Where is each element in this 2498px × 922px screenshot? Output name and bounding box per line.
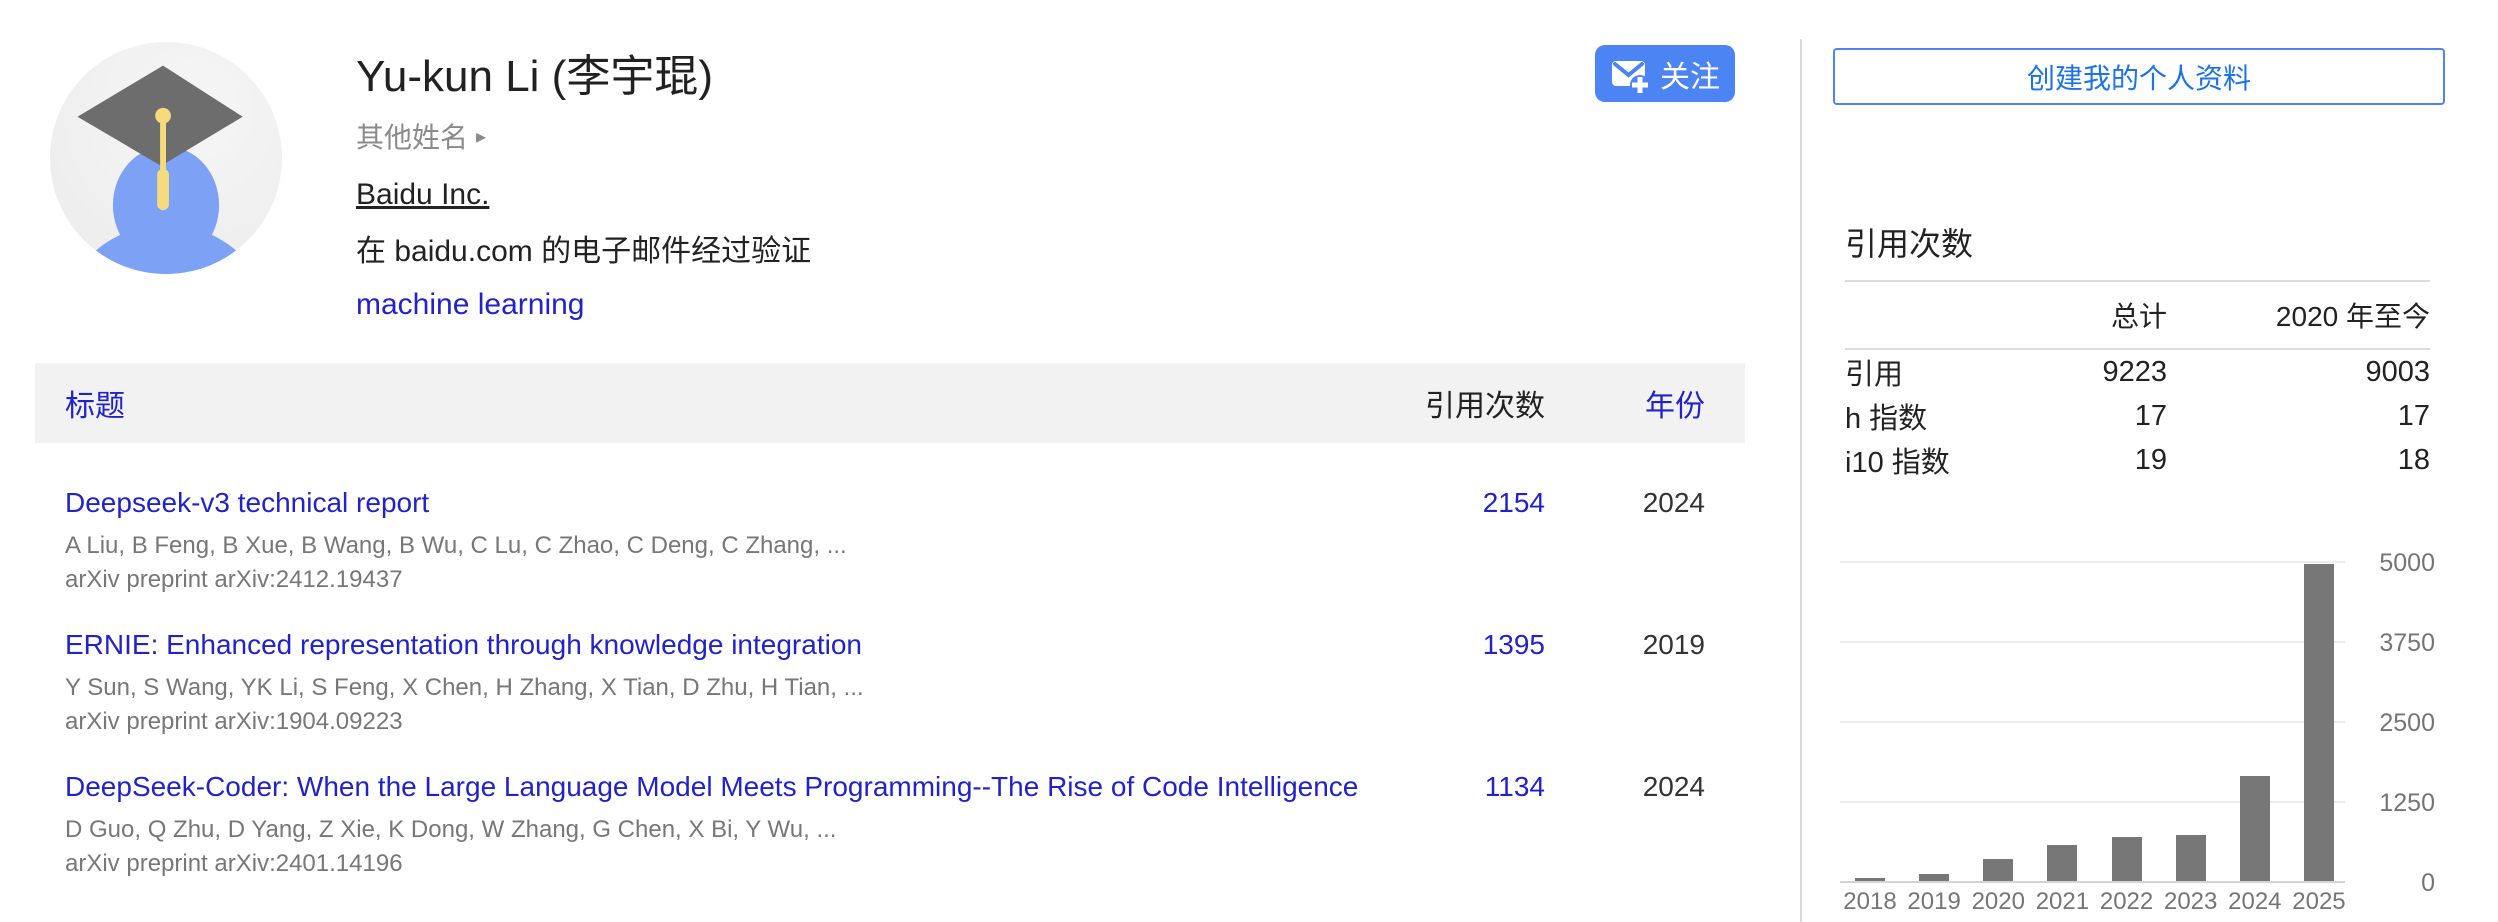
chart-gridline (1840, 561, 2345, 563)
paper-authors: A Liu, B Feng, B Xue, B Wang, B Wu, C Lu… (65, 529, 1375, 563)
citation-stats-panel: 引用次数 总计 2020 年至今 引用 9223 9003 h 指数 17 17… (1845, 222, 2430, 482)
sidebar-divider (1800, 39, 1802, 922)
interest-link[interactable]: machine learning (356, 288, 584, 322)
chart-y-axis: 0 1250 2500 3750 5000 (2355, 540, 2435, 922)
chart-bar-2018[interactable] (1855, 878, 1885, 881)
chart-x-label: 2023 (2156, 888, 2226, 916)
chart-gridline (1840, 641, 2345, 643)
chart-x-label: 2020 (1963, 888, 2033, 916)
chart-bar-2023[interactable] (2176, 835, 2206, 881)
paper-year: 2024 (1545, 483, 1705, 523)
chart-y-label: 2500 (2355, 707, 2435, 739)
other-names-toggle[interactable]: 其他姓名 ▸ (356, 116, 486, 156)
chart-x-label: 2025 (2284, 888, 2354, 916)
chart-x-label: 2019 (1899, 888, 1969, 916)
create-profile-button[interactable]: 创建我的个人资料 (1833, 48, 2445, 105)
chart-y-label: 5000 (2355, 547, 2435, 579)
chart-gridline (1840, 721, 2345, 723)
chart-y-label: 3750 (2355, 627, 2435, 659)
chart-bar-2021[interactable] (2047, 845, 2077, 881)
paper-title-link[interactable]: Deepseek-v3 technical report (65, 483, 1375, 523)
stats-label: 引用 (1845, 351, 2007, 393)
cited-by-header: 引用次数 (1375, 381, 1545, 425)
paper-row: ERNIE: Enhanced representation through k… (35, 611, 1745, 753)
follow-button[interactable]: 关注 (1595, 45, 1735, 102)
chart-x-label: 2024 (2220, 888, 2290, 916)
stats-label: i10 指数 (1845, 439, 2007, 481)
stats-value-all[interactable]: 19 (2007, 444, 2167, 477)
paper-authors: Y Sun, S Wang, YK Li, S Feng, X Chen, H … (65, 671, 1375, 705)
citations-chart: 01250250037505000 2018201920202021202220… (1840, 540, 2498, 922)
paper-citations-link[interactable]: 1395 (1375, 625, 1545, 665)
chart-y-label: 0 (2355, 867, 2435, 899)
paper-authors: D Guo, Q Zhu, D Yang, Z Xie, K Dong, W Z… (65, 813, 1375, 847)
stats-row-citations: 引用 9223 9003 (1845, 350, 2430, 394)
chart-y-label: 1250 (2355, 787, 2435, 819)
paper-venue: arXiv preprint arXiv:2401.14196 (65, 847, 1375, 881)
paper-main: ERNIE: Enhanced representation through k… (65, 625, 1375, 739)
paper-main: DeepSeek-Coder: When the Large Language … (65, 767, 1375, 881)
chart-x-label: 2021 (2027, 888, 2097, 916)
paper-citations-link[interactable]: 1134 (1375, 767, 1545, 807)
paper-row: Deepseek-v3 technical report A Liu, B Fe… (35, 469, 1745, 611)
stats-col-since: 2020 年至今 (2167, 295, 2430, 335)
paper-venue: arXiv preprint arXiv:1904.09223 (65, 705, 1375, 739)
stats-value-all[interactable]: 9223 (2007, 356, 2167, 389)
stats-value-since[interactable]: 18 (2167, 444, 2430, 477)
paper-row: DeepSeek-Coder: When the Large Language … (35, 753, 1745, 895)
paper-year: 2019 (1545, 625, 1705, 665)
stats-row-h-index: h 指数 17 17 (1845, 394, 2430, 438)
sort-by-year-link[interactable]: 年份 (1545, 381, 1705, 425)
chart-bar-2020[interactable] (1983, 859, 2013, 881)
stats-value-all[interactable]: 17 (2007, 400, 2167, 433)
chart-bar-2019[interactable] (1919, 874, 1949, 881)
envelope-plus-icon (1610, 55, 1648, 93)
paper-main: Deepseek-v3 technical report A Liu, B Fe… (65, 483, 1375, 597)
chart-bar-2022[interactable] (2112, 837, 2142, 881)
other-names-label: 其他姓名 (356, 116, 468, 156)
email-verified-text: 在 baidu.com 的电子邮件经过验证 (356, 226, 811, 270)
paper-title-link[interactable]: ERNIE: Enhanced representation through k… (65, 625, 1375, 665)
default-scholar-avatar-icon (48, 40, 284, 276)
chart-bar-2024[interactable] (2240, 776, 2270, 881)
affiliation-link[interactable]: Baidu Inc. (356, 178, 489, 212)
paper-citations-link[interactable]: 2154 (1375, 483, 1545, 523)
stats-row-i10-index: i10 指数 19 18 (1845, 438, 2430, 482)
stats-col-all: 总计 (2007, 295, 2167, 335)
papers-table: 标题 引用次数 年份 Deepseek-v3 technical report … (35, 363, 1745, 895)
chart-plot-area (1840, 540, 2345, 883)
chart-x-label: 2018 (1835, 888, 1905, 916)
avatar (48, 40, 284, 276)
chevron-right-icon: ▸ (476, 124, 486, 149)
follow-label: 关注 (1660, 52, 1720, 96)
stats-value-since[interactable]: 9003 (2167, 356, 2430, 389)
citation-stats-title: 引用次数 (1845, 222, 2430, 266)
chart-bar-2025[interactable] (2304, 564, 2334, 881)
paper-title-link[interactable]: DeepSeek-Coder: When the Large Language … (65, 767, 1375, 807)
chart-x-label: 2022 (2092, 888, 2162, 916)
stats-value-since[interactable]: 17 (2167, 400, 2430, 433)
chart-x-axis-line (1840, 881, 2345, 883)
paper-year: 2024 (1545, 767, 1705, 807)
profile-name: Yu-kun Li (李宇琨) (356, 50, 811, 104)
papers-table-header: 标题 引用次数 年份 (35, 363, 1745, 443)
citation-stats-header: 总计 2020 年至今 (1845, 280, 2430, 350)
stats-label: h 指数 (1845, 395, 2007, 437)
paper-venue: arXiv preprint arXiv:2412.19437 (65, 563, 1375, 597)
sort-by-title-link[interactable]: 标题 (65, 381, 1375, 425)
